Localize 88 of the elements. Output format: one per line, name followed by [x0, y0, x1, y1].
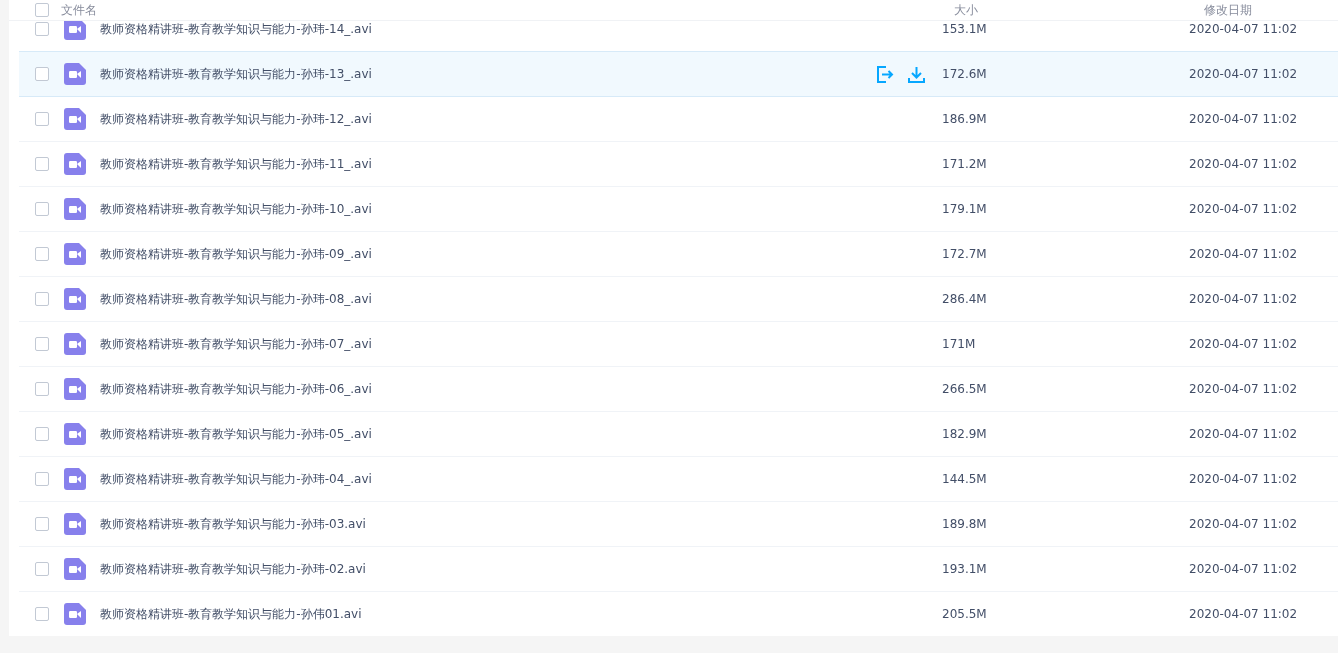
file-row[interactable]: 教师资格精讲班-教育教学知识与能力-孙玮-09_.avi 172.7M 2020-04-07 11:02	[19, 232, 1338, 277]
file-row[interactable]: 教师资格精讲班-教育教学知识与能力-孙玮-13_.avi 172.6M 2020-04-07 11:02	[19, 52, 1338, 97]
file-name[interactable]: 教师资格精讲班-教育教学知识与能力-孙玮-04_.avi	[100, 470, 876, 488]
modified-date: 2020-04-07 11:02	[1189, 67, 1298, 81]
file-size: 153.1M	[942, 22, 988, 36]
file-row[interactable]: 教师资格精讲班-教育教学知识与能力-孙玮-07_.avi 171M 2020-04-07 11:02	[19, 322, 1338, 367]
checkbox[interactable]	[35, 607, 49, 621]
modified-date: 2020-04-07 11:02	[1189, 607, 1298, 621]
video-file-icon	[64, 378, 86, 400]
checkbox[interactable]	[35, 562, 49, 576]
checkbox[interactable]	[35, 112, 49, 126]
file-name[interactable]: 教师资格精讲班-教育教学知识与能力-孙玮-13_.avi	[100, 65, 876, 83]
file-size: 171M	[942, 337, 977, 351]
checkbox[interactable]	[35, 3, 49, 17]
modified-date: 2020-04-07 11:02	[1189, 472, 1298, 486]
column-header[interactable]: 文件名	[61, 1, 954, 19]
checkbox[interactable]	[35, 292, 49, 306]
column-header[interactable]: 大小	[954, 1, 1204, 19]
checkbox[interactable]	[35, 427, 49, 441]
file-size: 144.5M	[942, 472, 988, 486]
file-row[interactable]: 教师资格精讲班-教育教学知识与能力-孙伟01.avi 205.5M 2020-04-07 11:02	[19, 592, 1338, 636]
video-file-icon	[64, 153, 86, 175]
file-row[interactable]: 教师资格精讲班-教育教学知识与能力-孙玮-06_.avi 266.5M 2020-04-07 11:02	[19, 367, 1338, 412]
checkbox[interactable]	[35, 382, 49, 396]
file-name[interactable]: 教师资格精讲班-教育教学知识与能力-孙玮-03.avi	[100, 515, 876, 533]
video-file-icon	[64, 198, 86, 220]
checkbox[interactable]	[35, 67, 49, 81]
video-file-icon	[64, 63, 86, 85]
video-file-icon	[64, 603, 86, 625]
file-size: 189.8M	[942, 517, 988, 531]
video-file-icon	[64, 558, 86, 580]
file-name[interactable]: 教师资格精讲班-教育教学知识与能力-孙玮-10_.avi	[100, 200, 876, 218]
file-size: 193.1M	[942, 562, 988, 576]
video-file-icon	[64, 243, 86, 265]
video-file-icon	[64, 513, 86, 535]
checkbox[interactable]	[35, 202, 49, 216]
file-size: 286.4M	[942, 292, 988, 306]
modified-date: 2020-04-07 11:02	[1189, 112, 1298, 126]
download-icon[interactable]	[908, 65, 925, 83]
modified-date: 2020-04-07 11:02	[1189, 247, 1298, 261]
file-row[interactable]: 教师资格精讲班-教育教学知识与能力-孙玮-04_.avi 144.5M 2020-04-07 11:02	[19, 457, 1338, 502]
file-name[interactable]: 教师资格精讲班-教育教学知识与能力-孙玮-02.avi	[100, 560, 876, 578]
file-name[interactable]: 教师资格精讲班-教育教学知识与能力-孙玮-09_.avi	[100, 245, 876, 263]
modified-date: 2020-04-07 11:02	[1189, 157, 1298, 171]
file-row[interactable]: 教师资格精讲班-教育教学知识与能力-孙玮-08_.avi 286.4M 2020-04-07 11:02	[19, 277, 1338, 322]
file-size: 171.2M	[942, 157, 988, 171]
file-name[interactable]: 教师资格精讲班-教育教学知识与能力-孙玮-14_.avi	[100, 21, 876, 38]
file-row[interactable]: 教师资格精讲班-教育教学知识与能力-孙玮-11_.avi 171.2M 2020-04-07 11:02	[19, 142, 1338, 187]
file-size: 182.9M	[942, 427, 988, 441]
file-row[interactable]: 教师资格精讲班-教育教学知识与能力-孙玮-03.avi 189.8M 2020-04-07 11:02	[19, 502, 1338, 547]
file-row[interactable]: 教师资格精讲班-教育教学知识与能力-孙玮-02.avi 193.1M 2020-04-07 11:02	[19, 547, 1338, 592]
video-file-icon	[64, 468, 86, 490]
modified-date: 2020-04-07 11:02	[1189, 292, 1298, 306]
file-name[interactable]: 教师资格精讲班-教育教学知识与能力-孙玮-11_.avi	[100, 155, 876, 173]
checkbox[interactable]	[35, 247, 49, 261]
file-size: 186.9M	[942, 112, 988, 126]
checkbox[interactable]	[35, 517, 49, 531]
share-icon[interactable]	[876, 65, 894, 83]
checkbox[interactable]	[35, 337, 49, 351]
file-name[interactable]: 教师资格精讲班-教育教学知识与能力-孙玮-12_.avi	[100, 110, 876, 128]
video-file-icon	[64, 288, 86, 310]
modified-date: 2020-04-07 11:02	[1189, 562, 1298, 576]
file-size: 179.1M	[942, 202, 988, 216]
file-row[interactable]: 教师资格精讲班-教育教学知识与能力-孙玮-10_.avi 179.1M 2020-04-07 11:02	[19, 187, 1338, 232]
file-name[interactable]: 教师资格精讲班-教育教学知识与能力-孙玮-08_.avi	[100, 290, 876, 308]
file-size: 172.6M	[942, 67, 988, 81]
video-file-icon	[64, 108, 86, 130]
modified-date: 2020-04-07 11:02	[1189, 382, 1298, 396]
modified-date: 2020-04-07 11:02	[1189, 517, 1298, 531]
modified-date: 2020-04-07 11:02	[1189, 337, 1298, 351]
file-row[interactable]: 教师资格精讲班-教育教学知识与能力-孙玮-12_.avi 186.9M 2020-04-07 11:02	[19, 97, 1338, 142]
modified-date: 2020-04-07 11:02	[1189, 22, 1298, 36]
file-name[interactable]: 教师资格精讲班-教育教学知识与能力-孙伟01.avi	[100, 605, 876, 623]
file-size: 172.7M	[942, 247, 988, 261]
modified-date: 2020-04-07 11:02	[1189, 427, 1298, 441]
checkbox[interactable]	[35, 157, 49, 171]
file-name[interactable]: 教师资格精讲班-教育教学知识与能力-孙玮-06_.avi	[100, 380, 876, 398]
file-size: 266.5M	[942, 382, 988, 396]
checkbox[interactable]	[35, 22, 49, 36]
file-size: 205.5M	[942, 607, 988, 621]
modified-date: 2020-04-07 11:02	[1189, 202, 1298, 216]
video-file-icon	[64, 423, 86, 445]
file-row[interactable]: 教师资格精讲班-教育教学知识与能力-孙玮-05_.avi 182.9M 2020-04-07 11:02	[19, 412, 1338, 457]
checkbox[interactable]	[35, 472, 49, 486]
column-header[interactable]: 修改日期	[1204, 1, 1252, 19]
video-file-icon	[64, 333, 86, 355]
file-name[interactable]: 教师资格精讲班-教育教学知识与能力-孙玮-05_.avi	[100, 425, 876, 443]
file-name[interactable]: 教师资格精讲班-教育教学知识与能力-孙玮-07_.avi	[100, 335, 876, 353]
